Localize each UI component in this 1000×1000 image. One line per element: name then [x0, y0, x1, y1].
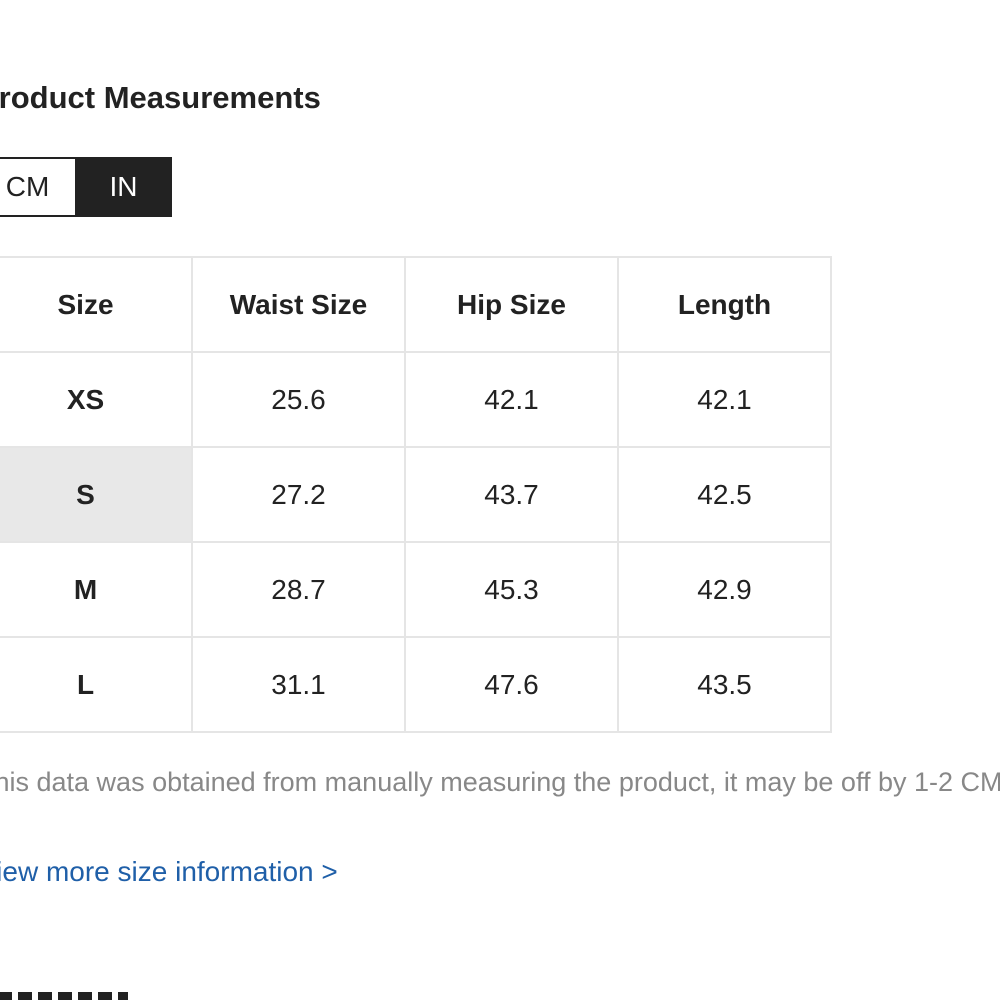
length-cell: 42.1 — [617, 351, 832, 448]
header-waist: Waist Size — [191, 256, 406, 353]
length-cell: 43.5 — [617, 636, 832, 733]
size-cell-selected[interactable]: S — [0, 446, 193, 543]
view-more-size-info-link[interactable]: View more size information > — [0, 856, 338, 888]
next-section-heading-cut — [0, 988, 158, 1000]
measurement-note: This data was obtained from manually mea… — [0, 767, 1000, 797]
length-cell: 42.9 — [617, 541, 832, 638]
size-table: Size Waist Size Hip Size Length XS 25.6 … — [0, 256, 832, 733]
header-size: Size — [0, 256, 193, 353]
waist-cell: 25.6 — [191, 351, 406, 448]
header-length: Length — [617, 256, 832, 353]
length-cell: 42.5 — [617, 446, 832, 543]
hip-cell: 47.6 — [404, 636, 619, 733]
table-header-row: Size Waist Size Hip Size Length — [0, 256, 832, 353]
header-hip: Hip Size — [404, 256, 619, 353]
hip-cell: 45.3 — [404, 541, 619, 638]
product-measurements-section: Product Measurements CM IN Size Waist Si… — [0, 0, 1000, 1000]
section-title: Product Measurements — [0, 80, 321, 115]
unit-in-button[interactable]: IN — [75, 157, 172, 217]
size-cell[interactable]: XS — [0, 351, 193, 448]
table-row: M 28.7 45.3 42.9 — [0, 541, 832, 638]
size-cell[interactable]: L — [0, 636, 193, 733]
table-row: L 31.1 47.6 43.5 — [0, 636, 832, 733]
table-row: S 27.2 43.7 42.5 — [0, 446, 832, 543]
unit-toggle: CM IN — [0, 157, 172, 217]
unit-cm-button[interactable]: CM — [0, 157, 75, 217]
waist-cell: 27.2 — [191, 446, 406, 543]
size-cell[interactable]: M — [0, 541, 193, 638]
hip-cell: 43.7 — [404, 446, 619, 543]
hip-cell: 42.1 — [404, 351, 619, 448]
table-row: XS 25.6 42.1 42.1 — [0, 351, 832, 448]
waist-cell: 28.7 — [191, 541, 406, 638]
waist-cell: 31.1 — [191, 636, 406, 733]
